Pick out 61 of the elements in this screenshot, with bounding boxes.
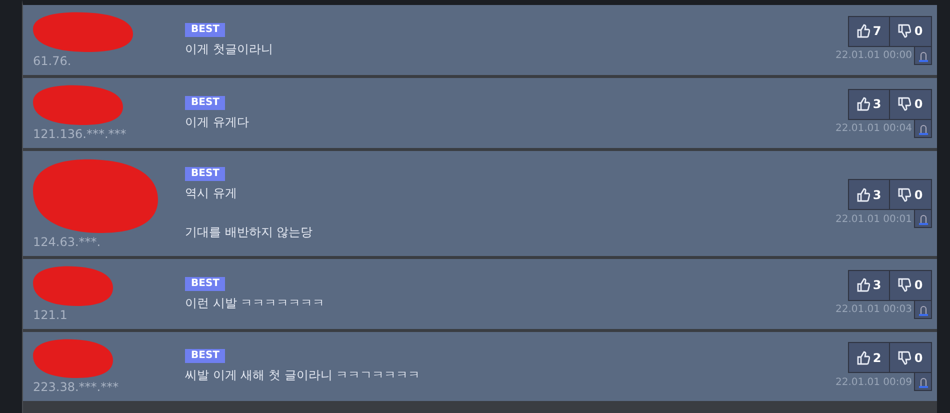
comment-time: 22.01.01 00:03: [835, 303, 912, 317]
comment-text: 이게 첫글이라니: [185, 40, 274, 58]
dislike-button[interactable]: 0: [890, 16, 932, 46]
thumbs-up-icon: [856, 350, 870, 364]
thumbs-up-icon: [856, 188, 870, 202]
dislike-count: 0: [914, 96, 923, 113]
like-button[interactable]: 2: [848, 342, 890, 373]
bell-button[interactable]: [914, 210, 932, 228]
dislike-button[interactable]: 0: [890, 179, 932, 210]
thumbs-down-icon: [898, 350, 912, 364]
bell-button[interactable]: [914, 373, 932, 391]
bell-icon: [918, 306, 928, 316]
thumbs-down-icon: [898, 97, 912, 111]
thumbs-up-icon: [856, 97, 870, 111]
comment-text: 기대를 배반하지 않는당: [185, 224, 314, 240]
bell-button[interactable]: [914, 46, 932, 64]
dislike-button[interactable]: 0: [890, 270, 932, 300]
dislike-count: 0: [914, 350, 923, 366]
best-badge: BEST: [185, 349, 226, 363]
bell-button[interactable]: [914, 300, 932, 318]
dislike-count: 0: [914, 23, 923, 40]
thumbs-down-icon: [898, 188, 912, 202]
like-count: 3: [872, 277, 882, 294]
thumbs-down-icon: [898, 278, 912, 292]
bell-icon: [918, 124, 928, 134]
comment-text: 역시 유게: [185, 184, 238, 202]
ip-address: 223.38.***.***: [33, 380, 120, 395]
ip-address: 124.63.***.: [33, 235, 102, 250]
ip-address: 61.76.: [33, 54, 72, 69]
comment-time: 22.01.01 00:04: [835, 122, 912, 136]
dislike-button[interactable]: 0: [890, 342, 932, 373]
like-button[interactable]: 3: [848, 88, 890, 120]
like-button[interactable]: 3: [848, 270, 890, 300]
comment-time: 22.01.01 00:01: [835, 212, 912, 226]
bell-icon: [918, 378, 928, 388]
thumbs-up-icon: [856, 24, 870, 38]
best-badge: BEST: [185, 96, 226, 110]
comment-time: 22.01.01 00:00: [835, 49, 912, 63]
comment-time: 22.01.01 00:09: [835, 376, 912, 390]
best-badge: BEST: [185, 166, 226, 180]
like-count: 3: [872, 96, 882, 113]
thumbs-up-icon: [856, 278, 870, 292]
comment-text: 씨발 이게 새해 첫 글이라니 ㅋㅋㄱㅋㅋㅋㅋ: [185, 367, 422, 384]
like-count: 3: [872, 186, 882, 204]
ip-address: 121.1: [33, 308, 68, 323]
like-button[interactable]: 7: [848, 16, 890, 46]
best-badge: BEST: [185, 276, 226, 290]
thumbs-down-icon: [898, 24, 912, 38]
bell-button[interactable]: [914, 120, 932, 138]
dislike-count: 0: [914, 277, 923, 294]
comment-text: 이런 시발 ㅋㅋㅋㅋㅋㅋㅋ: [185, 294, 326, 312]
like-count: 2: [872, 350, 882, 366]
bell-icon: [918, 52, 928, 62]
bell-icon: [918, 215, 928, 225]
like-button[interactable]: 3: [848, 179, 890, 210]
ip-address: 121.136.***.***: [33, 127, 128, 142]
comment-text: 이게 유게다: [185, 114, 250, 130]
dislike-count: 0: [914, 186, 923, 204]
like-count: 7: [872, 23, 882, 40]
best-badge: BEST: [185, 22, 226, 36]
dislike-button[interactable]: 0: [890, 88, 932, 120]
